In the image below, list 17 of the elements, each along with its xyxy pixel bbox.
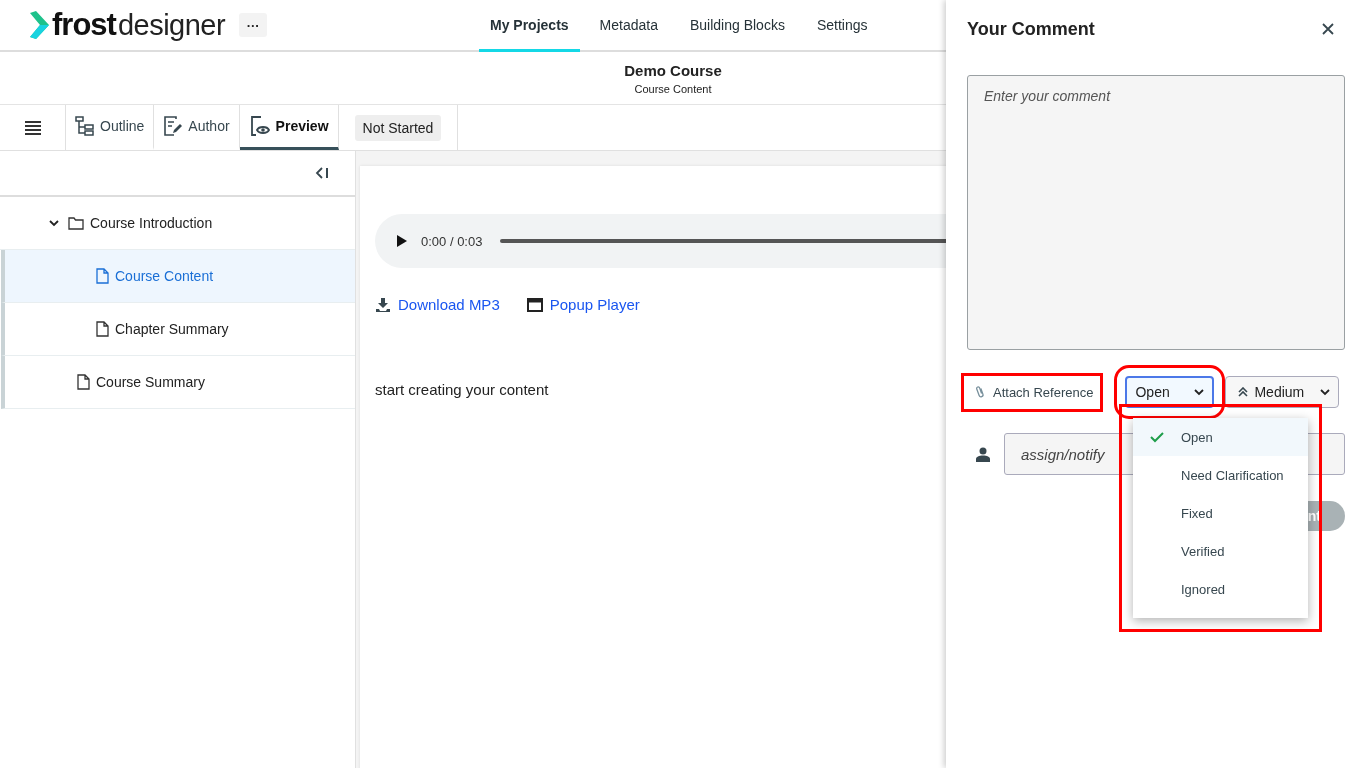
menu-option-label: Open (1181, 429, 1213, 445)
course-subtitle: Course Content (634, 82, 712, 95)
tree-item-label: Course Introduction (90, 215, 213, 231)
tree-item-label: Course Content (115, 268, 214, 284)
tree-item-label: Chapter Summary (115, 321, 229, 337)
logo-text: designer (117, 8, 226, 42)
logo-text: frost (52, 7, 116, 43)
tree-item-label: Course Summary (96, 374, 205, 390)
course-title: Demo Course (624, 61, 722, 79)
menu-option-label: Verified (1181, 543, 1225, 559)
content-text: start creating your content (375, 381, 549, 398)
menu-option-label: Fixed (1181, 505, 1213, 521)
audio-time: 0:00 / 0:03 (421, 233, 483, 249)
panel-title: Your Comment (967, 18, 1095, 40)
menu-option-label: Need Clarification (1181, 467, 1284, 483)
menu-option-label: Ignored (1181, 581, 1226, 597)
status-badge: Not Started (354, 114, 442, 141)
